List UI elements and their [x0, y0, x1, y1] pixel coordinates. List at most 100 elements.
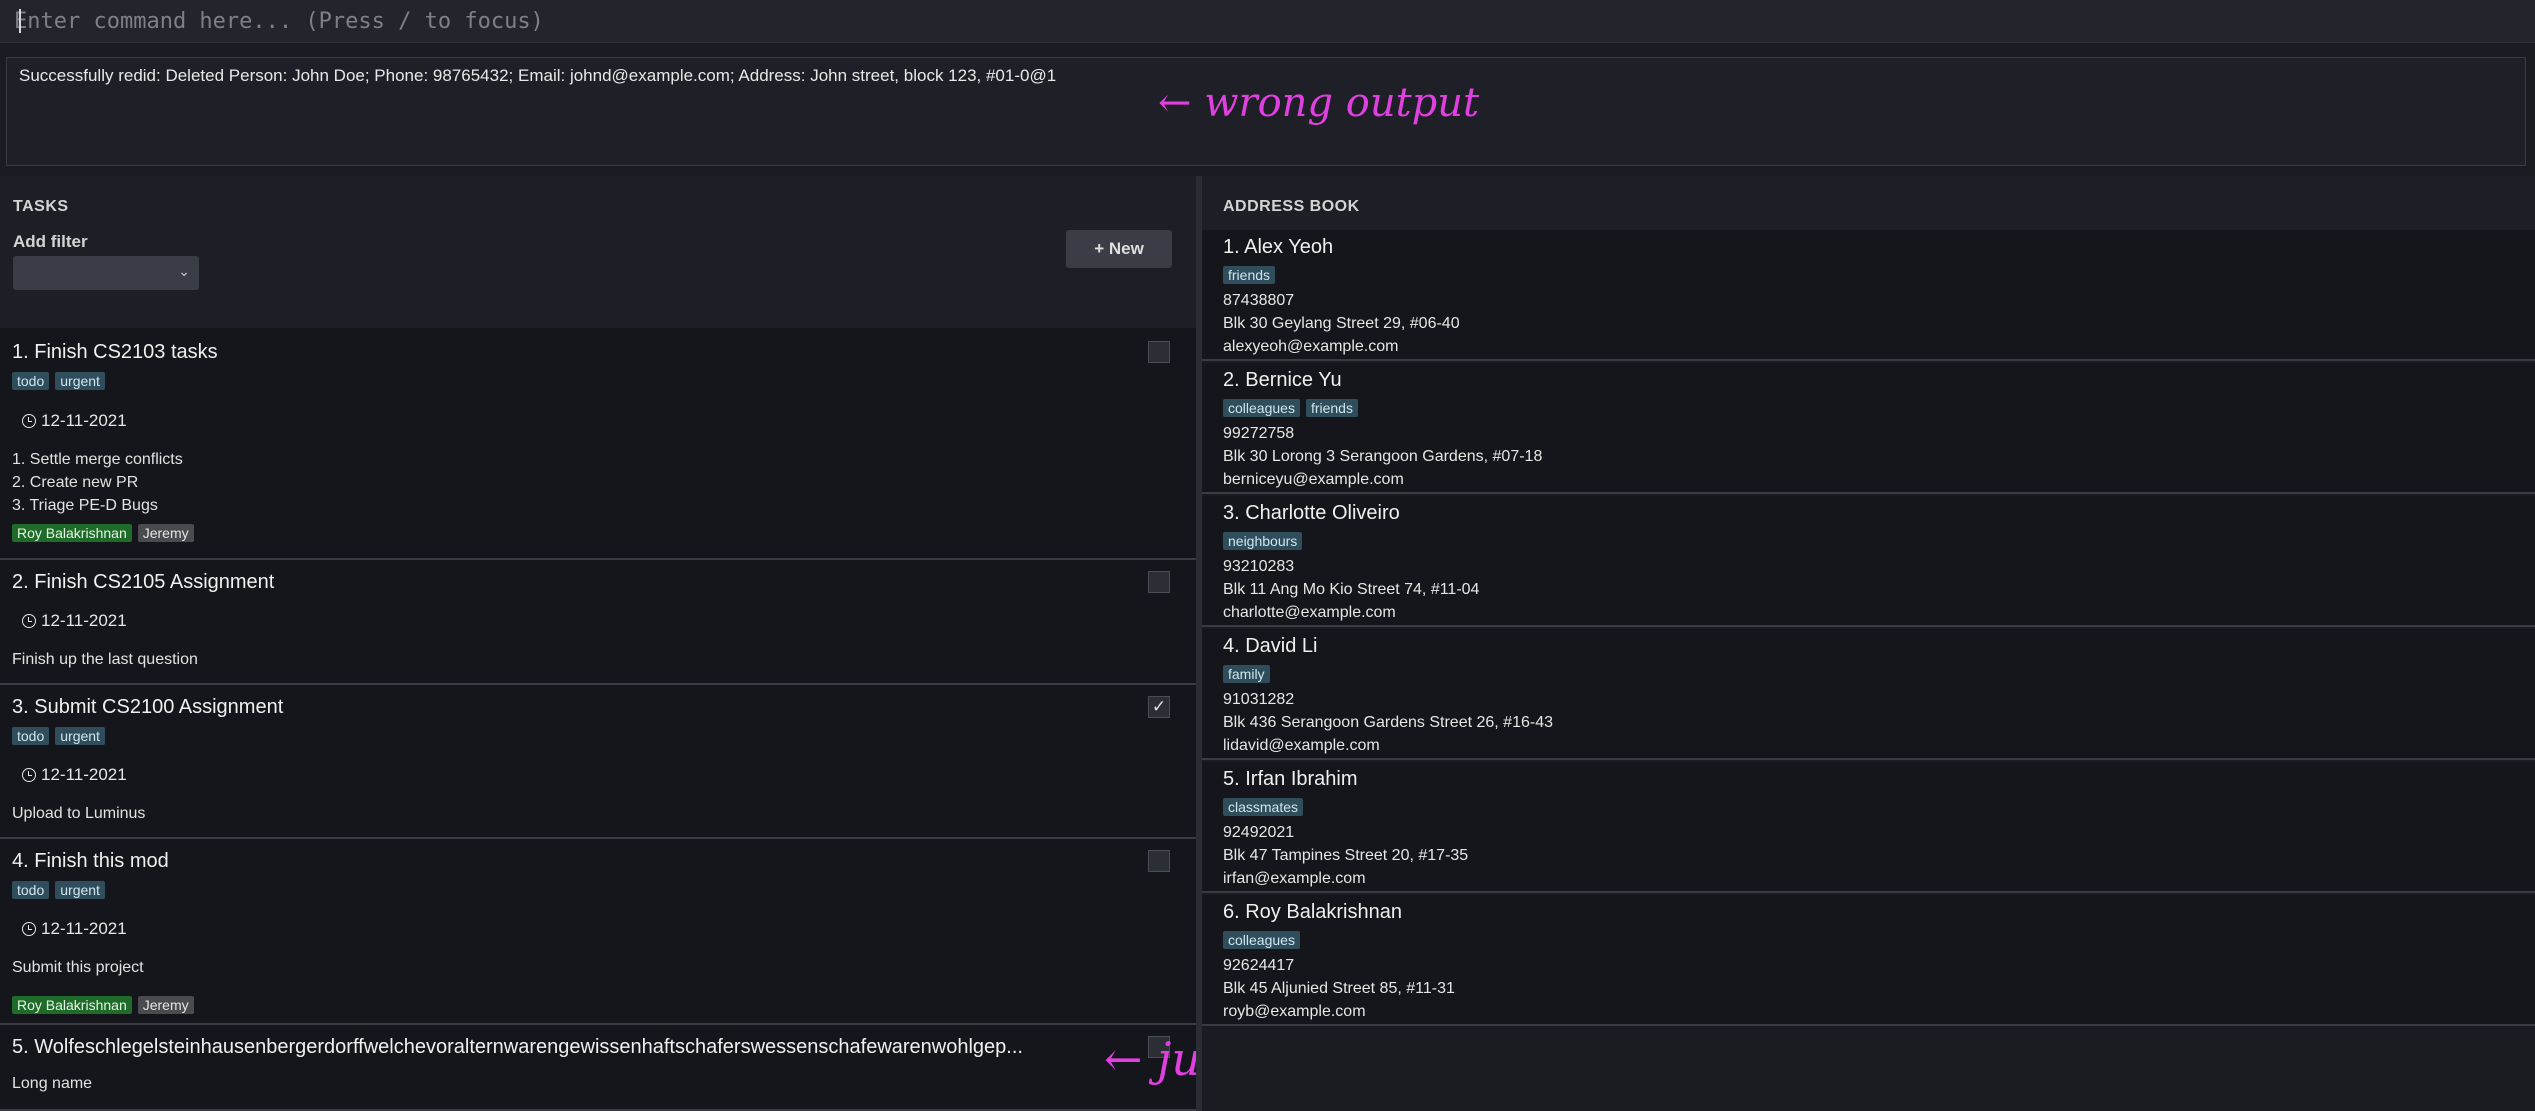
person-phone: 87438807: [1223, 292, 1295, 309]
person-phone: 99272758: [1223, 425, 1295, 442]
command-bar: [0, 0, 2535, 43]
person-tags: family: [1223, 664, 1276, 683]
person-phone: 92492021: [1223, 824, 1295, 841]
task-tag: urgent: [55, 372, 105, 390]
command-input[interactable]: [14, 6, 2514, 36]
task-tag: todo: [12, 372, 50, 390]
person-card[interactable]: 4. David Li family 91031282 Blk 436 Sera…: [1202, 629, 2535, 760]
person-name: 6. Roy Balakrishnan: [1223, 901, 1402, 923]
person-tag: family: [1223, 665, 1270, 683]
person-name: 2. Bernice Yu: [1223, 369, 1342, 391]
task-description-line: Submit this project: [12, 959, 144, 976]
filter-select[interactable]: ⌄: [13, 256, 199, 290]
person-address: Blk 45 Aljunied Street 85, #11-31: [1223, 980, 1455, 997]
person-tag: Roy Balakrishnan: [12, 996, 132, 1014]
task-description: 1. Settle merge conflicts 2. Create new …: [12, 448, 183, 517]
task-description: Finish up the last question: [12, 648, 198, 671]
task-description: Submit this project: [12, 956, 144, 979]
person-name: 5. Irfan Ibrahim: [1223, 768, 1358, 790]
task-date-text: 12-11-2021: [41, 611, 127, 630]
person-tags: classmates: [1223, 797, 1309, 816]
task-description-line: Long name: [12, 1075, 93, 1092]
task-done-checkbox[interactable]: ✓: [1148, 696, 1170, 718]
task-card[interactable]: 5. Wolfeschlegelsteinhausenbergerdorffwe…: [0, 1025, 1196, 1111]
person-tags: colleagues friends: [1223, 398, 1364, 417]
tasks-panel: TASKS Add filter ⌄ + New 1. Finish CS210…: [0, 176, 1196, 1111]
person-card[interactable]: 2. Bernice Yu colleagues friends 99272758…: [1202, 363, 2535, 494]
new-task-button[interactable]: + New: [1066, 230, 1172, 268]
task-title: 2. Finish CS2105 Assignment: [12, 571, 275, 593]
task-tags: todo urgent: [12, 726, 111, 745]
person-name: 3. Charlotte Oliveiro: [1223, 502, 1400, 524]
person-tag: friends: [1305, 399, 1358, 417]
task-date: 12-11-2021: [22, 611, 127, 631]
task-description-line: 2. Create new PR: [12, 474, 139, 491]
task-title: 3. Submit CS2100 Assignment: [12, 696, 284, 718]
person-card[interactable]: 1. Alex Yeoh friends 87438807 Blk 30 Gey…: [1202, 230, 2535, 361]
person-tag: Roy Balakrishnan: [12, 524, 132, 542]
person-card[interactable]: 3. Charlotte Oliveiro neighbours 9321028…: [1202, 496, 2535, 627]
task-tag: todo: [12, 727, 50, 745]
task-card[interactable]: 3. Submit CS2100 Assignment ✓ todo urgent…: [0, 685, 1196, 839]
task-card[interactable]: 1. Finish CS2103 tasks todo urgent 12-11-…: [0, 328, 1196, 560]
filter-label: Add filter: [13, 232, 88, 251]
task-description-line: 3. Triage PE-D Bugs: [12, 497, 158, 514]
task-tags: todo urgent: [12, 880, 111, 899]
task-people: Roy Balakrishnan Jeremy: [12, 995, 200, 1014]
task-description: Upload to Luminus: [12, 802, 145, 825]
task-description: Long name: [12, 1072, 92, 1095]
person-email: royb@example.com: [1223, 1003, 1366, 1020]
task-date-text: 12-11-2021: [41, 919, 127, 938]
person-phone: 92624417: [1223, 957, 1295, 974]
person-email: berniceyu@example.com: [1223, 471, 1404, 488]
task-date-text: 12-11-2021: [41, 411, 127, 430]
annotation-wrong-output: ← wrong output: [1158, 80, 1480, 126]
person-tag: friends: [1223, 266, 1276, 284]
person-email: alexyeoh@example.com: [1223, 338, 1399, 355]
task-done-checkbox[interactable]: [1148, 341, 1170, 363]
clock-icon: [22, 614, 36, 628]
person-tag: classmates: [1223, 798, 1304, 816]
task-title: 4. Finish this mod: [12, 850, 169, 872]
address-book-header: ADDRESS BOOK: [1202, 176, 2535, 230]
result-message: Successfully redid: Deleted Person: John…: [19, 66, 1057, 85]
clock-icon: [22, 922, 36, 936]
task-tag: todo: [12, 881, 50, 899]
task-tag: urgent: [55, 727, 105, 745]
person-tags: friends: [1223, 265, 1281, 284]
person-address: Blk 30 Geylang Street 29, #06-40: [1223, 315, 1460, 332]
person-card[interactable]: 6. Roy Balakrishnan colleagues 92624417 …: [1202, 895, 2535, 1026]
task-card[interactable]: 2. Finish CS2105 Assignment 12-11-2021 F…: [0, 560, 1196, 685]
person-tag: colleagues: [1223, 399, 1300, 417]
task-date: 12-11-2021: [22, 765, 127, 785]
person-phone: 93210283: [1223, 558, 1295, 575]
person-name: 1. Alex Yeoh: [1223, 236, 1334, 258]
clock-icon: [22, 768, 36, 782]
clock-icon: [22, 414, 36, 428]
task-card[interactable]: 4. Finish this mod todo urgent 12-11-2021…: [0, 839, 1196, 1025]
task-date: 12-11-2021: [22, 919, 127, 939]
task-done-checkbox[interactable]: [1148, 571, 1170, 593]
task-done-checkbox[interactable]: [1148, 850, 1170, 872]
person-address: Blk 30 Lorong 3 Serangoon Gardens, #07-1…: [1223, 448, 1543, 465]
person-tags: colleagues: [1223, 930, 1306, 949]
person-address: Blk 436 Serangoon Gardens Street 26, #16…: [1223, 714, 1553, 731]
task-date-text: 12-11-2021: [41, 765, 127, 784]
person-phone: 91031282: [1223, 691, 1295, 708]
person-tag: Jeremy: [137, 996, 194, 1014]
person-email: charlotte@example.com: [1223, 604, 1396, 621]
person-card[interactable]: 5. Irfan Ibrahim classmates 92492021 Blk…: [1202, 762, 2535, 893]
person-address: Blk 47 Tampines Street 20, #17-35: [1223, 847, 1469, 864]
task-tag: urgent: [55, 881, 105, 899]
task-title: 5. Wolfeschlegelsteinhausenbergerdorffwe…: [12, 1036, 1023, 1058]
person-tag: neighbours: [1223, 532, 1303, 550]
task-people: Roy Balakrishnan Jeremy: [12, 523, 200, 542]
task-tags: todo urgent: [12, 371, 111, 390]
task-date: 12-11-2021: [22, 411, 127, 431]
tasks-header: TASKS Add filter ⌄ + New: [0, 176, 1196, 328]
person-email: lidavid@example.com: [1223, 737, 1380, 754]
person-tags: neighbours: [1223, 531, 1308, 550]
person-address: Blk 11 Ang Mo Kio Street 74, #11-04: [1223, 581, 1480, 598]
text-caret: [19, 9, 21, 33]
chevron-down-icon: ⌄: [178, 264, 190, 280]
